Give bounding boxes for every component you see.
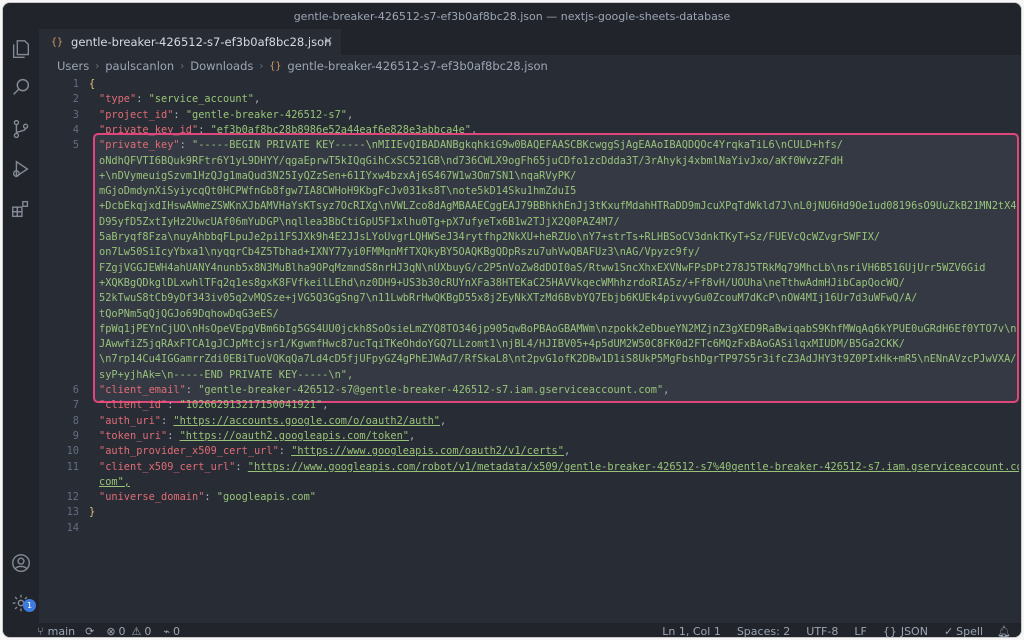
breadcrumb-users[interactable]: Users [57, 59, 89, 73]
json-link[interactable]: "https://accounts.google.com/o/oauth2/au… [173, 415, 440, 427]
explorer-icon[interactable] [9, 37, 33, 61]
json-key: "auth_uri" [99, 414, 161, 427]
private-key-line: mGjoDmdynXiSyiycqQt0HCPWfnGb8fgw7IA8CWHo… [99, 185, 577, 198]
window-title: gentle-breaker-426512-s7-ef3b0af8bc28.js… [293, 9, 731, 23]
breadcrumb-downloads[interactable]: Downloads [190, 59, 253, 73]
private-key-line: 52kTwuS8tCb9yDf343iv05q2vMQSze+jVG5Q3GgS… [99, 292, 918, 305]
json-value: "gentle-breaker-426512-s7" [185, 108, 347, 121]
code-editor[interactable]: 1 2 3 4 5 6 7 8 9 10 11 12 13 14 { "type… [39, 77, 1021, 623]
private-key-line: +\nDVymeuigSzvm1HzQJg1maQud3N25IyQZzSen+… [99, 169, 577, 182]
braces-icon: {} [882, 624, 897, 638]
json-key: "universe_domain" [99, 491, 205, 504]
indentation[interactable]: Spaces: 2 [737, 625, 790, 638]
editor-tab[interactable]: {} gentle-breaker-426512-s7-ef3b0af8bc28… [39, 29, 341, 55]
private-key-line: tQoPNm5qQjQGJo69DqhowDqG3eES/ [99, 307, 279, 320]
title-bar: gentle-breaker-426512-s7-ef3b0af8bc28.js… [3, 3, 1021, 29]
json-link-continuation[interactable]: com", [99, 475, 130, 490]
private-key-line: D95yfD5ZxtIyHz2UwcUAf06mYuDGP\nqllea3BbC… [99, 215, 620, 228]
json-key: "type" [99, 93, 137, 106]
breadcrumb-file[interactable]: gentle-breaker-426512-s7-ef3b0af8bc28.js… [287, 59, 547, 73]
ports-count: 0 [173, 624, 181, 638]
ports-indicator[interactable]: ⌁ 0 [163, 625, 180, 638]
private-key-line: fpWq1jPEYnCjUO\nHsOpeVEpgVBm6bIg5GS4UU0j… [99, 322, 1017, 335]
private-key-line: FZgjVGGJEWH4ahUANY4nunb5x8N3MuBlha9OPqMz… [99, 261, 986, 274]
private-key-line: +XQKBgQDkglDLxwhlTFq2q1es8gxK8FVfkeilLEh… [99, 276, 905, 289]
extensions-icon[interactable] [9, 197, 33, 221]
warning-icon: ⚠ [131, 624, 142, 638]
private-key-line: syP+yjhAk=\n-----END PRIVATE KEY-----\n"… [99, 368, 354, 381]
ports-icon: ⌁ [163, 624, 171, 638]
open-brace: { [89, 78, 96, 90]
json-key: "private_key" [99, 139, 180, 152]
check-icon: ✓ [943, 624, 954, 638]
close-icon[interactable]: ✕ [323, 34, 333, 48]
chevron-right-icon: › [259, 60, 264, 72]
json-key: "client_email" [99, 384, 186, 396]
branch-icon: ⑂ [37, 624, 44, 638]
json-key: "client_x509_cert_url" [99, 460, 236, 473]
tab-bar: {} gentle-breaker-426512-s7-ef3b0af8bc28… [39, 29, 1021, 55]
private-key-line: \n7rp14Cu4IGGamrrZdi0EBiTuoVQKqQa7Ld4cD5… [99, 353, 1017, 366]
private-key-line: 5aBryqf8Fza\nuyAhbbqFLpuJe2pi1FSJXk9h4E2… [99, 231, 881, 243]
branch-name: main [47, 624, 76, 638]
problems-indicator[interactable]: ⊗ 0 ⚠ 0 [106, 625, 151, 638]
private-key-line: on7Lw50SiIcyYbxa1\nyqqrCb4Z5Tbhad+IXNY77… [99, 246, 701, 259]
json-value: "service_account" [148, 93, 254, 106]
line-number: 14 [66, 521, 79, 534]
vscode-window: gentle-breaker-426512-s7-ef3b0af8bc28.js… [2, 2, 1022, 638]
private-key-line: "-----BEGIN PRIVATE KEY-----\nMIIEvQIBAD… [192, 139, 843, 152]
breadcrumb-user[interactable]: paulscanlon [105, 59, 174, 73]
close-brace: } [89, 506, 96, 519]
private-key-line: oNdhQFVTI6BQuk9RFtr6Y1yL9DHYY/qgaEprwT5k… [99, 154, 843, 167]
notifications-bell-icon[interactable]: 🔔︎ [997, 625, 1011, 638]
json-key: "project_id" [99, 108, 174, 121]
json-link[interactable]: "https://www.googleapis.com/robot/v1/met… [248, 461, 1019, 473]
language-label: JSON [900, 624, 928, 638]
breadcrumb: Users › paulscanlon › Downloads › {} gen… [39, 55, 1021, 77]
spell-indicator[interactable]: ✓ Spell [944, 625, 983, 638]
json-file-icon: {} [51, 36, 64, 48]
json-key: "client_id" [99, 399, 168, 412]
language-mode[interactable]: {} JSON [883, 625, 928, 638]
json-value: "gentle-breaker-426512-s7@gentle-breaker… [198, 384, 664, 396]
update-badge: 1 [23, 599, 36, 612]
warning-count: 0 [144, 624, 152, 638]
json-key: "token_uri" [99, 429, 168, 442]
error-count: 0 [118, 624, 126, 638]
json-link[interactable]: "https://oauth2.googleapis.com/token" [180, 430, 409, 442]
activity-bar: 1 [3, 29, 39, 623]
branch-indicator[interactable]: ⑂ main [37, 625, 75, 638]
chevron-right-icon: › [95, 60, 100, 72]
run-debug-icon[interactable] [9, 157, 33, 181]
source-control-icon[interactable] [9, 117, 33, 141]
json-value: "googleapis.com" [216, 491, 316, 504]
end-of-line[interactable]: LF [854, 625, 866, 638]
private-key-line: JAwwfiZ5jqRAxFTCA1gJCJpMtcjsr1/KgwmfHwc8… [99, 338, 905, 351]
search-icon[interactable] [9, 75, 33, 99]
status-bar: ⑂ main ⟳ ⊗ 0 ⚠ 0 ⌁ 0 Ln 1, Col 1 Spaces:… [3, 623, 1021, 638]
spell-label: Spell [956, 624, 984, 638]
private-key-line: +DcbEkqjxdIHswAWmeZSWKnXJbAMVHaYsKTsyz7O… [99, 200, 1017, 213]
sync-icon[interactable]: ⟳ [85, 625, 94, 638]
tab-label: gentle-breaker-426512-s7-ef3b0af8bc28.js… [71, 35, 332, 49]
cursor-position[interactable]: Ln 1, Col 1 [662, 625, 721, 638]
json-link[interactable]: "https://www.googleapis.com/oauth2/v1/ce… [291, 445, 564, 457]
encoding[interactable]: UTF-8 [806, 625, 838, 638]
error-icon: ⊗ [106, 624, 116, 638]
account-icon[interactable] [9, 551, 33, 575]
json-value: "102662913217150041921" [179, 399, 323, 412]
json-file-icon: {} [269, 60, 282, 72]
chevron-right-icon: › [180, 60, 185, 72]
json-key: "auth_provider_x509_cert_url" [99, 445, 279, 458]
